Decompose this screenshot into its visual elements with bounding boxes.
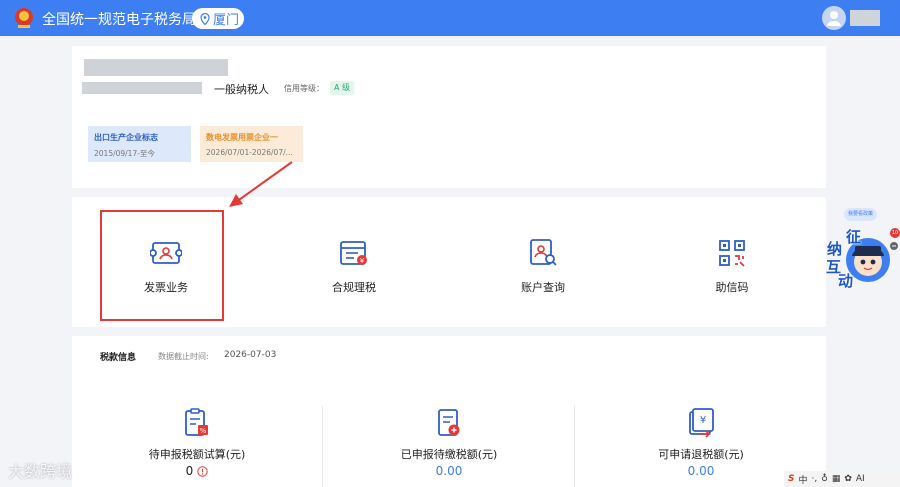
tax-emblem-icon: [15, 8, 33, 28]
city-selector[interactable]: 厦门: [192, 8, 244, 29]
system-tray: S 中 ·, ♁ ▦ ✿ AI: [784, 471, 900, 487]
column-divider: [574, 406, 575, 487]
credit-grade-badge: A 级: [330, 81, 355, 95]
tax-column-label: 已申报待缴税额(元): [400, 448, 498, 461]
watermark: 大数跨境: [8, 462, 73, 481]
location-pin-icon: [200, 12, 210, 25]
sogou-ime-icon[interactable]: S: [788, 474, 794, 484]
tax-value-text: 0: [185, 464, 194, 478]
app-title: 全国统一规范电子税务局: [42, 12, 196, 28]
data-cutoff-date: 2026-07-03: [224, 350, 277, 360]
top-bar: 全国统一规范电子税务局 厦门: [0, 0, 900, 36]
tax-column-label: 可申请退税额(元): [658, 448, 744, 461]
tax-payable-icon: [438, 409, 460, 436]
tax-info-card: 税款信息 数据截止时间: 2026-07-03 % 待申报税额试算(元) 0 已…: [72, 336, 826, 487]
column-divider: [322, 406, 323, 487]
tag-title: 数电发票用票企业一: [206, 133, 278, 142]
tax-assistant-widget[interactable]: 我要看政策 10 征 纳 互 动: [824, 206, 900, 292]
credit-level-label: 信用等级：: [284, 84, 324, 93]
svg-text:%: %: [200, 427, 207, 435]
user-avatar[interactable]: [822, 6, 846, 30]
tax-column-label: 待申报税额试算(元): [148, 448, 246, 461]
city-name: 厦门: [213, 13, 240, 28]
user-name-redacted[interactable]: [850, 10, 880, 26]
tax-refund-icon: ¥: [689, 408, 714, 438]
tax-column-value: 0: [186, 464, 209, 478]
qr-code-icon: [719, 240, 745, 267]
profile-card: 一般纳税人 信用等级： A 级 出口生产企业标志 2015/09/17-至今 数…: [72, 46, 826, 188]
microphone-icon[interactable]: ♁: [821, 474, 828, 484]
menu-item-compliance[interactable]: ¥ 合规理税: [260, 197, 448, 327]
keyboard-icon[interactable]: ▦: [832, 474, 841, 484]
ime-mode[interactable]: 中: [798, 473, 807, 486]
tax-declared-unpaid[interactable]: 已申报待缴税额(元) 0.00: [324, 408, 574, 487]
assistant-char: 动: [838, 272, 854, 290]
menu-item-credit-code[interactable]: 助信码: [638, 197, 826, 327]
account-search-icon: [530, 239, 557, 266]
menu-label: 发票业务: [144, 281, 188, 294]
user-icon: [827, 11, 841, 26]
taxpayer-type: 一般纳税人: [214, 83, 269, 96]
export-enterprise-tag[interactable]: 出口生产企业标志 2015/09/17-至今: [88, 126, 191, 162]
skin-icon[interactable]: ✿: [844, 474, 852, 484]
menu-item-account-query[interactable]: 账户查询: [449, 197, 637, 327]
assistant-char: 征: [846, 228, 862, 246]
menu-label: 助信码: [715, 281, 749, 294]
svg-text:¥: ¥: [700, 415, 706, 426]
info-warning-icon[interactable]: [197, 465, 209, 477]
tag-title: 出口生产企业标志: [94, 133, 158, 142]
ai-label[interactable]: AI: [856, 474, 865, 484]
tag-period: 2026/07/01-2026/07/...: [206, 148, 293, 157]
compliance-icon: ¥: [340, 241, 367, 265]
taxpayer-id-redacted: [82, 82, 202, 94]
tax-column-value: 0.00: [435, 464, 463, 478]
data-cutoff-label: 数据截止时间:: [158, 352, 209, 361]
menu-label: 合规理税: [332, 281, 376, 294]
tax-pending-estimate[interactable]: % 待申报税额试算(元) 0: [72, 408, 322, 487]
tag-period: 2015/09/17-至今: [94, 149, 155, 158]
notification-badge: 10: [890, 228, 900, 238]
menu-item-invoice[interactable]: 发票业务: [72, 197, 260, 327]
tax-info-title: 税款信息: [100, 353, 137, 363]
menu-label: 账户查询: [521, 281, 565, 294]
e-invoice-enterprise-tag[interactable]: 数电发票用票企业一 2026/07/01-2026/07/...: [200, 126, 303, 162]
invoice-icon: [150, 242, 182, 264]
service-menu-card: 发票业务 ¥ 合规理税 账户查询 助信码: [72, 197, 826, 327]
tax-column-value: 0.00: [687, 464, 715, 478]
punctuation-icon[interactable]: ·,: [812, 474, 818, 484]
svg-text:¥: ¥: [360, 257, 365, 265]
company-name-redacted: [84, 59, 228, 76]
tax-calculation-icon: %: [185, 408, 208, 436]
